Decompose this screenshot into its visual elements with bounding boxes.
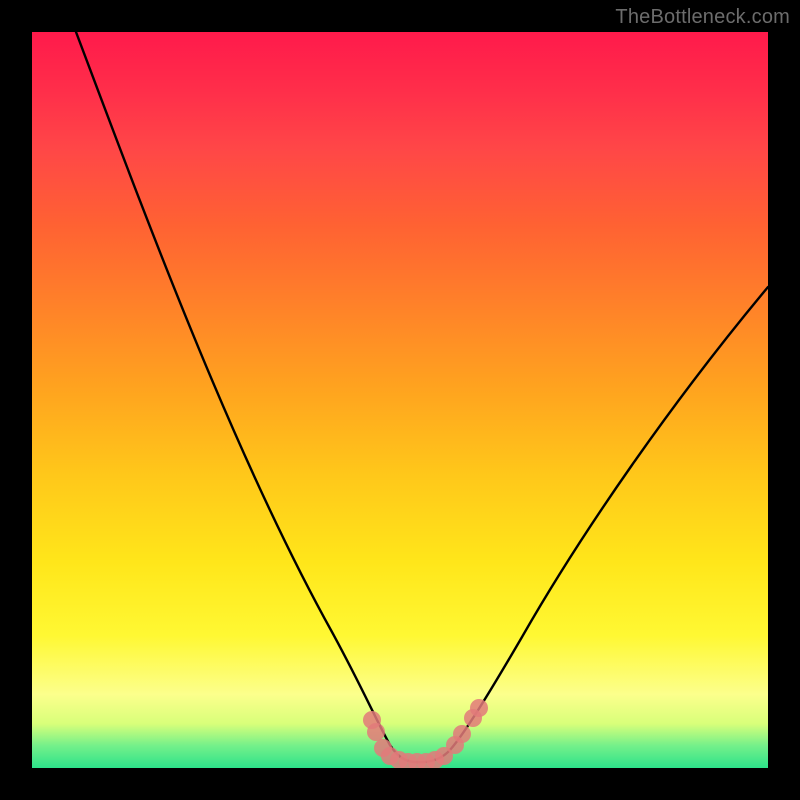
highlight-markers (363, 699, 488, 768)
chart-frame: TheBottleneck.com (0, 0, 800, 800)
bottleneck-curve-path (76, 32, 768, 762)
watermark-text: TheBottleneck.com (615, 6, 790, 29)
curve-svg (32, 32, 768, 768)
plot-area (32, 32, 768, 768)
